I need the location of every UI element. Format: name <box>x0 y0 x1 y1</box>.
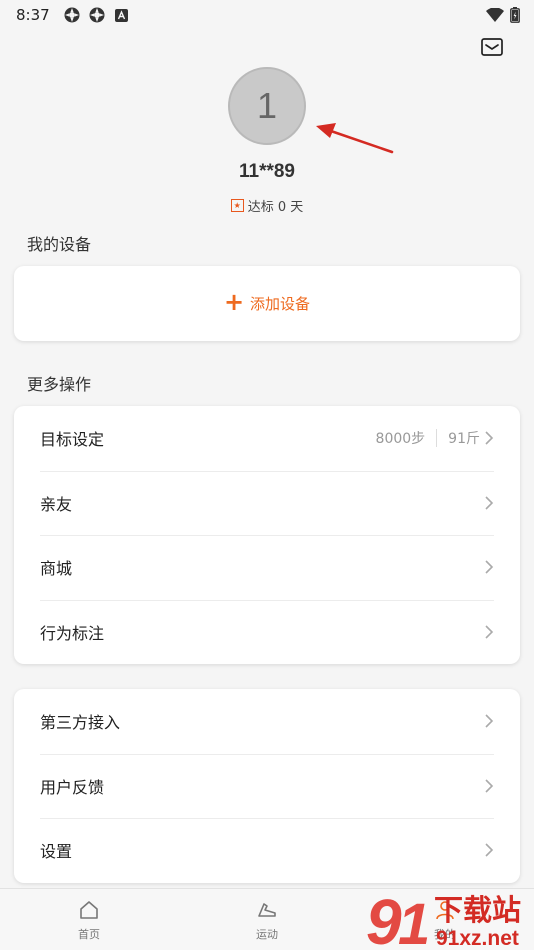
battery-icon <box>510 7 520 23</box>
nav-sport[interactable]: 运动 <box>178 889 356 950</box>
row-label: 第三方接入 <box>40 713 121 733</box>
row-label: 目标设定 <box>40 430 105 450</box>
app-notification-icon <box>89 7 105 23</box>
svg-text:1: 1 <box>398 892 430 950</box>
goal-setting-row[interactable]: 目标设定 8000步 91斤 <box>14 406 520 471</box>
watermark-text-1: 下载站 <box>434 893 521 927</box>
settings-row[interactable]: 设置 <box>14 818 520 883</box>
message-button[interactable] <box>480 36 504 58</box>
status-right <box>486 7 520 23</box>
shoe-icon <box>258 903 276 917</box>
a-notification-icon <box>114 7 130 23</box>
more-card: 目标设定 8000步 91斤 亲友 商城 行为标注 <box>14 406 520 664</box>
chevron-right-icon <box>485 625 494 639</box>
goal-weight-value: 91斤 <box>448 431 480 448</box>
add-device-label: 添加设备 <box>250 295 311 313</box>
status-time: 8:37 <box>16 6 50 24</box>
goal-days-text: 达标 0 天 <box>247 200 304 215</box>
add-device-button[interactable]: + 添加设备 <box>14 266 520 341</box>
chevron-right-icon <box>485 496 494 510</box>
devices-section-title: 我的设备 <box>27 235 92 254</box>
watermark-text-2: 91xz.net <box>436 927 519 950</box>
nav-home[interactable]: 首页 <box>0 889 178 950</box>
goal-status: ★ 达标 0 天 <box>0 196 534 215</box>
plus-icon: + <box>223 288 245 316</box>
feedback-row[interactable]: 用户反馈 <box>14 753 520 819</box>
divider <box>436 429 438 448</box>
goal-steps-value: 8000步 <box>375 431 426 448</box>
mail-icon <box>481 38 503 56</box>
chevron-right-icon <box>485 779 494 793</box>
avatar-text: 1 <box>256 85 278 126</box>
store-row[interactable]: 商城 <box>14 535 520 600</box>
nav-label: 运动 <box>256 928 278 941</box>
goal-badge-icon: ★ <box>230 199 244 212</box>
chevron-right-icon <box>485 560 494 574</box>
app-notification-icon <box>64 7 80 23</box>
row-label: 设置 <box>40 842 73 862</box>
row-label: 行为标注 <box>40 623 105 643</box>
home-icon <box>80 901 98 919</box>
username: 11**89 <box>238 161 295 182</box>
third-party-row[interactable]: 第三方接入 <box>14 689 520 754</box>
wifi-icon <box>486 8 504 22</box>
chevron-right-icon <box>485 431 494 445</box>
chevron-right-icon <box>485 843 494 857</box>
avatar[interactable]: 1 <box>228 67 306 145</box>
status-bar: 8:37 <box>0 0 534 30</box>
nav-label: 首页 <box>78 928 100 941</box>
behavior-tag-row[interactable]: 行为标注 <box>14 599 520 665</box>
friends-row[interactable]: 亲友 <box>14 470 520 536</box>
devices-card: + 添加设备 <box>14 266 520 341</box>
chevron-right-icon <box>485 714 494 728</box>
row-label: 亲友 <box>40 494 73 514</box>
row-label: 商城 <box>40 559 73 579</box>
row-label: 用户反馈 <box>40 777 105 797</box>
more-section-title: 更多操作 <box>27 375 92 394</box>
annotation-arrow-icon <box>316 123 394 154</box>
site-watermark: 9 1 下载站 91xz.net <box>366 888 521 950</box>
settings-card: 第三方接入 用户反馈 设置 <box>14 689 520 883</box>
goal-values: 8000步 91斤 <box>376 428 494 448</box>
svg-text:9: 9 <box>366 888 402 950</box>
